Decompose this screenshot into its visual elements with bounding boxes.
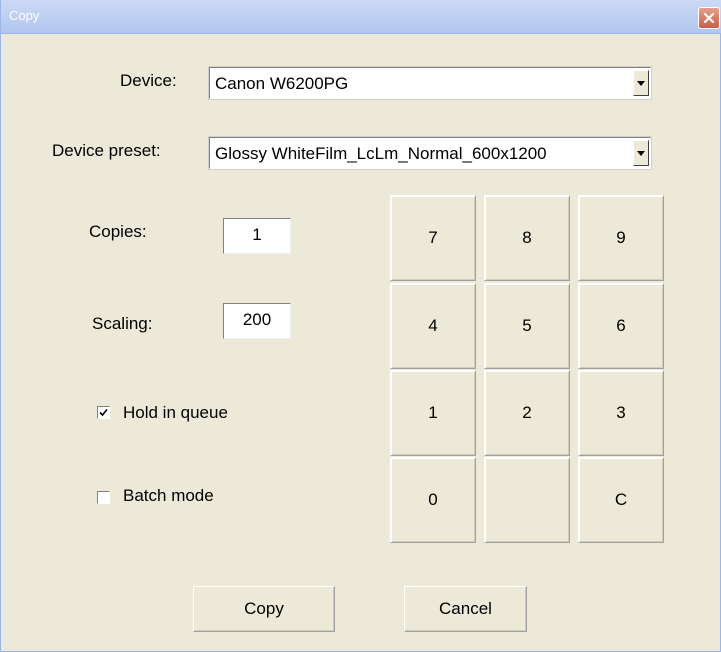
chevron-down-icon <box>637 150 645 156</box>
device-select[interactable]: Canon W6200PG <box>208 66 652 100</box>
device-select-value: Canon W6200PG <box>215 74 349 93</box>
scaling-input[interactable]: 200 <box>223 303 291 339</box>
keypad-key-clear[interactable]: C <box>578 457 664 543</box>
device-preset-select-arrow[interactable] <box>633 140 649 166</box>
device-preset-select[interactable]: Glossy WhiteFilm_LcLm_Normal_600x1200 <box>208 136 652 170</box>
device-select-arrow[interactable] <box>633 70 649 96</box>
chevron-down-icon <box>637 80 645 86</box>
hold-in-queue-checkbox[interactable] <box>97 406 110 419</box>
batch-mode-label[interactable]: Batch mode <box>123 486 214 506</box>
keypad-key-4[interactable]: 4 <box>390 283 476 369</box>
copy-dialog: Copy Device: Canon W6200PG Device preset… <box>0 0 721 652</box>
keypad-key-5[interactable]: 5 <box>484 283 570 369</box>
copies-label: Copies: <box>89 222 147 241</box>
close-icon <box>703 12 715 24</box>
keypad-key-3[interactable]: 3 <box>578 370 664 456</box>
keypad-key-blank[interactable] <box>484 457 570 543</box>
keypad-key-0[interactable]: 0 <box>390 457 476 543</box>
window-title: Copy <box>9 8 40 23</box>
device-label: Device: <box>120 71 177 90</box>
keypad-key-6[interactable]: 6 <box>578 283 664 369</box>
batch-mode-checkbox[interactable] <box>97 491 110 504</box>
copies-input[interactable]: 1 <box>223 218 291 254</box>
keypad-key-7[interactable]: 7 <box>390 195 476 281</box>
copy-button[interactable]: Copy <box>193 586 335 632</box>
device-preset-select-value: Glossy WhiteFilm_LcLm_Normal_600x1200 <box>215 144 547 163</box>
keypad-key-8[interactable]: 8 <box>484 195 570 281</box>
keypad-key-9[interactable]: 9 <box>578 195 664 281</box>
close-button[interactable] <box>698 7 720 29</box>
hold-in-queue-label[interactable]: Hold in queue <box>123 403 228 423</box>
checkmark-icon <box>99 408 108 417</box>
scaling-label: Scaling: <box>92 314 153 333</box>
cancel-button[interactable]: Cancel <box>404 586 527 632</box>
keypad-key-1[interactable]: 1 <box>390 370 476 456</box>
title-bar[interactable]: Copy <box>1 0 721 34</box>
device-preset-label: Device preset: <box>52 141 161 160</box>
keypad-key-2[interactable]: 2 <box>484 370 570 456</box>
